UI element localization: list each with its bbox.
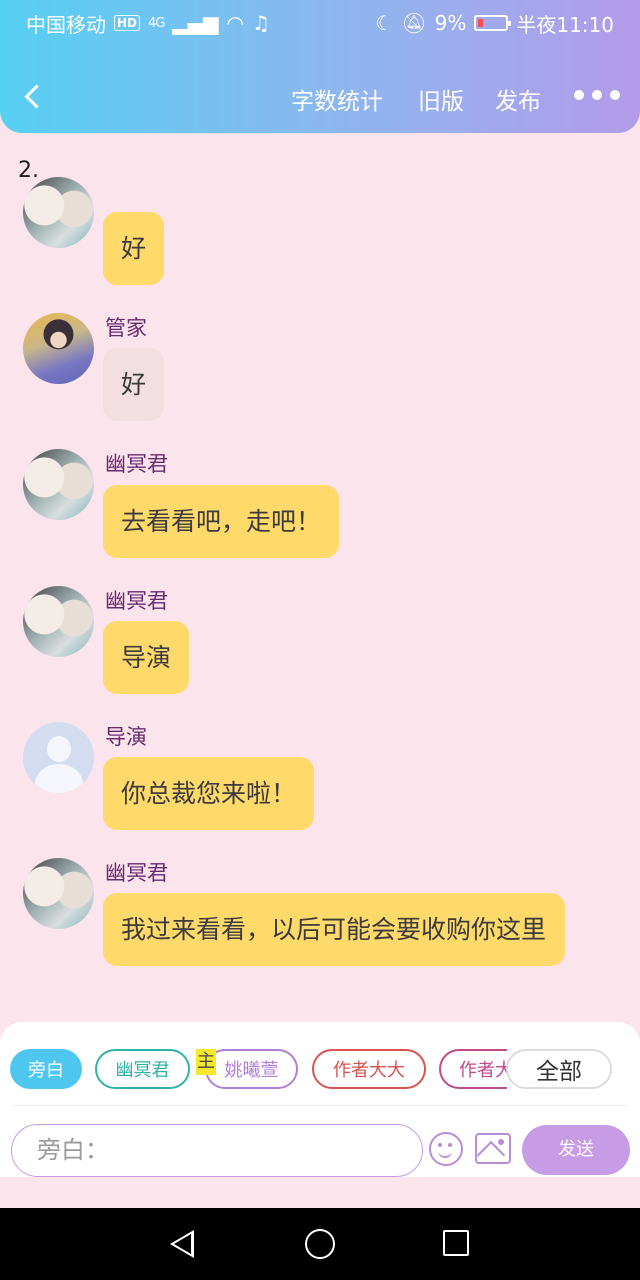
message-bubble[interactable]: 导演 bbox=[103, 621, 190, 694]
input-panel: 旁白 幽冥君 姚曦萱 主 作者大大 作者大 全部 旁白： 发送 bbox=[0, 1022, 640, 1177]
nav-bar: 字数统计 旧版 发布 bbox=[0, 72, 640, 122]
role-chip-narration[interactable]: 旁白 bbox=[10, 1049, 82, 1089]
more-icon[interactable] bbox=[574, 90, 620, 100]
old-version-button[interactable]: 旧版 bbox=[418, 82, 464, 116]
carrier-name: 中国移动 bbox=[26, 12, 106, 37]
battery-icon bbox=[474, 15, 512, 31]
twins-avatar[interactable] bbox=[23, 586, 94, 657]
publish-button[interactable]: 发布 bbox=[495, 82, 541, 116]
twins-avatar[interactable] bbox=[23, 858, 94, 929]
role-chip[interactable]: 作者大 bbox=[439, 1049, 507, 1089]
sender-name: 幽冥君 bbox=[105, 452, 168, 476]
role-chip[interactable]: 幽冥君 bbox=[95, 1049, 190, 1089]
twins-avatar[interactable] bbox=[23, 177, 94, 248]
send-button[interactable]: 发送 bbox=[522, 1125, 630, 1175]
message-bubble[interactable]: 你总裁您来啦！ bbox=[103, 757, 315, 830]
role-chip[interactable]: 姚曦萱 bbox=[205, 1049, 298, 1089]
app-header: 中国移动 HD 4G ▂▄▆ ◠ ♫ ☾ 🔕︎ 9% 半夜11:10 字数统计 … bbox=[0, 0, 640, 133]
nav-recent-icon[interactable] bbox=[443, 1230, 469, 1256]
battery-percent: 9% bbox=[434, 11, 467, 35]
sender-name: 管家 bbox=[105, 316, 147, 340]
message-bubble[interactable]: 好 bbox=[103, 212, 165, 285]
message-bubble[interactable]: 好 bbox=[103, 348, 165, 421]
twins-avatar[interactable] bbox=[23, 449, 94, 520]
system-nav-bar bbox=[0, 1208, 640, 1280]
image-icon[interactable] bbox=[475, 1133, 511, 1164]
moon-icon: ☾ bbox=[375, 11, 394, 35]
nav-home-icon[interactable] bbox=[305, 1229, 335, 1259]
message-bubble[interactable]: 去看看吧，走吧！ bbox=[103, 485, 340, 558]
notification-icon: ♫ bbox=[251, 11, 270, 35]
status-bar: 中国移动 HD 4G ▂▄▆ ◠ ♫ ☾ 🔕︎ 9% 半夜11:10 bbox=[26, 8, 614, 38]
word-count-button[interactable]: 字数统计 bbox=[291, 82, 383, 116]
butler-avatar[interactable] bbox=[23, 313, 94, 384]
message-input[interactable]: 旁白： bbox=[11, 1124, 423, 1177]
back-icon[interactable] bbox=[22, 80, 52, 114]
divider bbox=[12, 1105, 628, 1106]
nav-back-icon[interactable] bbox=[170, 1230, 194, 1258]
network-type: 4G bbox=[148, 15, 165, 31]
role-chip[interactable]: 作者大大 bbox=[312, 1049, 426, 1089]
wifi-icon: ◠ bbox=[226, 11, 244, 35]
mute-icon: 🔕︎ bbox=[401, 11, 427, 35]
default-avatar[interactable] bbox=[23, 722, 94, 793]
page-number: 2. bbox=[18, 158, 39, 183]
sender-name: 幽冥君 bbox=[105, 589, 168, 613]
message-bubble[interactable]: 我过来看看，以后可能会要收购你这里 bbox=[103, 893, 565, 966]
main-role-badge: 主 bbox=[196, 1049, 216, 1075]
sender-name: 幽冥君 bbox=[105, 861, 168, 885]
signal-icon: ▂▄▆ bbox=[172, 11, 219, 35]
hd-badge: HD bbox=[114, 15, 141, 31]
emoji-icon[interactable] bbox=[429, 1132, 463, 1166]
all-roles-button[interactable]: 全部 bbox=[506, 1049, 612, 1089]
clock: 半夜11:10 bbox=[516, 12, 614, 37]
sender-name: 导演 bbox=[105, 725, 147, 749]
